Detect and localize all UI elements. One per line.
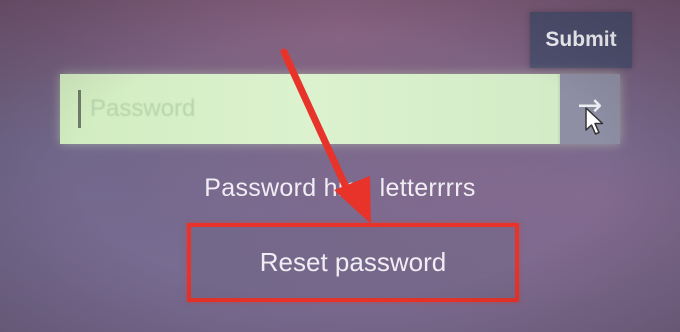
password-hint: Password hint: letterrrrs [204, 174, 476, 202]
mouse-cursor-icon [585, 107, 604, 135]
password-row: Password → [60, 74, 620, 144]
reset-password-link[interactable]: Reset password [191, 227, 515, 298]
text-caret [78, 90, 81, 128]
submit-button-label: Submit [545, 28, 617, 51]
password-input[interactable]: Password [60, 74, 558, 144]
reset-highlight-box: Reset password [187, 223, 519, 302]
password-submit-button[interactable]: → [558, 74, 620, 144]
reset-password-label: Reset password [259, 247, 447, 277]
submit-button[interactable]: Submit [530, 12, 632, 68]
password-placeholder: Password [90, 95, 196, 122]
